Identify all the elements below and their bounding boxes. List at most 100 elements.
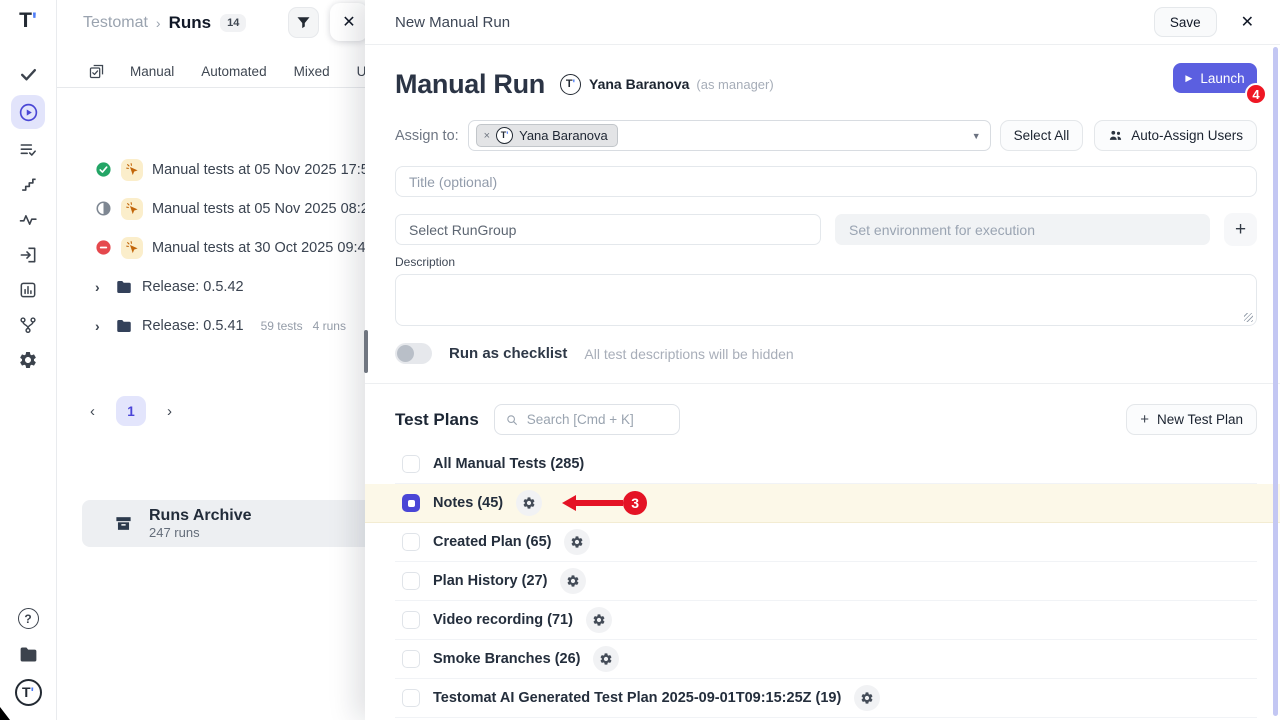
manual-run-cursor-icon — [121, 198, 143, 220]
testomat-logo[interactable]: T' — [19, 9, 37, 33]
assignees-select[interactable]: × T' Yana Baranova ▼ — [468, 120, 991, 151]
runs-tab[interactable]: Manual — [130, 64, 174, 79]
test-plan-row: Testomat AI Generated Test Plan 2025-09-… — [395, 679, 1257, 718]
left-panel-scrollbar[interactable] — [364, 330, 368, 373]
release-folders: › Release: 0.5.42 › Release: 0.5.41 59 t… — [57, 267, 365, 345]
breadcrumb-project[interactable]: Testomat — [83, 14, 148, 32]
test-plan-row: Notes (45) 3 — [365, 484, 1280, 523]
folder-runs-count: 4 runs — [313, 319, 346, 333]
projects-folder-icon[interactable] — [11, 640, 45, 669]
test-plan-checkbox[interactable] — [402, 689, 420, 707]
assignee-name: Yana Baranova — [519, 128, 608, 143]
filter-button[interactable] — [288, 7, 319, 38]
release-folder-item[interactable]: › Release: 0.5.42 — [57, 267, 365, 306]
test-plan-checkbox[interactable] — [402, 494, 420, 512]
test-plan-checkbox[interactable] — [402, 572, 420, 590]
checklist-label: Run as checklist — [449, 345, 567, 362]
folder-title: Release: 0.5.41 — [142, 318, 244, 334]
search-input[interactable] — [527, 412, 669, 427]
close-modal-button[interactable]: ✕ — [1241, 12, 1254, 32]
test-plans-heading: Test Plans — [395, 410, 479, 430]
page-title: Manual Run — [395, 69, 545, 100]
annotation-arrow: 3 — [562, 491, 647, 515]
test-plan-settings-gear-icon[interactable] — [560, 568, 586, 594]
test-plan-checkbox[interactable] — [402, 611, 420, 629]
archive-box-icon — [114, 514, 133, 533]
auto-assign-users-button[interactable]: Auto-Assign Users — [1094, 120, 1257, 151]
run-list-item[interactable]: Manual tests at 05 Nov 2025 08:23 — [57, 189, 365, 228]
run-status-icon — [95, 200, 112, 217]
test-plan-label: Smoke Branches (26) — [433, 651, 580, 667]
checklist-hint: All test descriptions will be hidden — [584, 346, 793, 362]
modal-header: New Manual Run Save ✕ — [365, 0, 1280, 45]
test-plan-checkbox[interactable] — [402, 533, 420, 551]
environment-input[interactable] — [835, 214, 1210, 245]
runs-count-badge: 14 — [220, 14, 246, 32]
save-button[interactable]: Save — [1154, 7, 1217, 37]
search-icon — [505, 413, 519, 427]
test-plan-settings-gear-icon[interactable] — [586, 607, 612, 633]
nav-stairs-icon[interactable] — [11, 170, 45, 199]
nav-list-check-icon[interactable] — [11, 135, 45, 164]
nav-settings-gear-icon[interactable] — [11, 345, 45, 374]
pagination-next[interactable]: › — [167, 403, 172, 420]
runs-tab[interactable]: Mixed — [294, 64, 330, 79]
run-title-input[interactable] — [395, 166, 1257, 197]
add-environment-button[interactable]: + — [1224, 213, 1257, 246]
manual-run-cursor-icon — [121, 159, 143, 181]
test-plan-label: Plan History (27) — [433, 573, 547, 589]
runs-archive-card[interactable]: Runs Archive 247 runs — [82, 500, 365, 547]
screen-corner-artifact — [0, 707, 10, 720]
folder-icon — [115, 317, 133, 335]
resize-grip[interactable] — [1244, 313, 1253, 322]
test-plan-row: Plan History (27) — [395, 562, 1257, 601]
nav-runs-play-circle-icon[interactable] — [11, 95, 45, 129]
section-divider — [365, 383, 1280, 384]
pagination-page-1[interactable]: 1 — [116, 396, 146, 426]
run-list-item[interactable]: Manual tests at 05 Nov 2025 17:55 — [57, 150, 365, 189]
breadcrumb-page-title: Runs — [169, 13, 212, 33]
runs-panel: Testomat › Runs 14 ✕ Manual Automated Mixe… — [57, 0, 365, 720]
owner-role: (as manager) — [696, 77, 773, 92]
modal-scrollbar[interactable] — [1273, 47, 1278, 716]
nav-tests-check-icon[interactable] — [11, 60, 45, 89]
test-plan-row: All Manual Tests (285) — [395, 445, 1257, 484]
test-plan-settings-gear-icon[interactable] — [516, 490, 542, 516]
rungroup-select-input[interactable] — [395, 214, 821, 245]
test-plan-settings-gear-icon[interactable] — [854, 685, 880, 711]
new-test-plan-button[interactable]: + New Test Plan — [1126, 404, 1257, 435]
nav-pulse-icon[interactable] — [11, 205, 45, 234]
pagination-prev[interactable]: ‹ — [90, 403, 95, 420]
users-icon — [1108, 128, 1123, 143]
run-list-item[interactable]: Manual tests at 30 Oct 2025 09:48 — [57, 228, 365, 267]
test-plans-list: All Manual Tests (285) Notes (45) 3 — [395, 445, 1257, 718]
owner-name: Yana Baranova — [589, 76, 689, 92]
chevron-right-icon[interactable]: › — [95, 318, 106, 334]
breadcrumb: Testomat › Runs 14 — [57, 0, 246, 33]
test-plan-checkbox[interactable] — [402, 455, 420, 473]
description-textarea[interactable] — [395, 274, 1257, 326]
test-plan-checkbox[interactable] — [402, 650, 420, 668]
release-folder-item[interactable]: › Release: 0.5.41 59 tests4 runs — [57, 306, 365, 345]
runs-list: Manual tests at 05 Nov 2025 17:55 Manual… — [57, 150, 365, 267]
archive-runs-count: 247 runs — [149, 525, 252, 540]
assign-to-label: Assign to: — [395, 128, 459, 144]
chevron-right-icon[interactable]: › — [95, 279, 106, 295]
launch-button[interactable]: ▶ Launch 4 — [1173, 63, 1257, 93]
help-icon[interactable]: ? — [11, 604, 45, 633]
test-plan-settings-gear-icon[interactable] — [593, 646, 619, 672]
runs-tabs: Manual Automated Mixed U — [57, 56, 365, 88]
clipboard-check-icon[interactable] — [88, 63, 105, 80]
run-as-checklist-toggle[interactable] — [395, 343, 432, 364]
close-search-button[interactable]: ✕ — [330, 3, 365, 41]
nav-login-icon[interactable] — [11, 240, 45, 269]
runs-tab[interactable]: U — [357, 64, 365, 79]
remove-assignee-icon[interactable]: × — [484, 130, 490, 142]
test-plans-search[interactable] — [494, 404, 680, 435]
user-avatar[interactable]: T' — [11, 676, 45, 708]
nav-chart-icon[interactable] — [11, 275, 45, 304]
nav-branch-icon[interactable] — [11, 310, 45, 339]
runs-tab[interactable]: Automated — [201, 64, 266, 79]
select-all-button[interactable]: Select All — [1000, 120, 1084, 151]
test-plan-settings-gear-icon[interactable] — [564, 529, 590, 555]
